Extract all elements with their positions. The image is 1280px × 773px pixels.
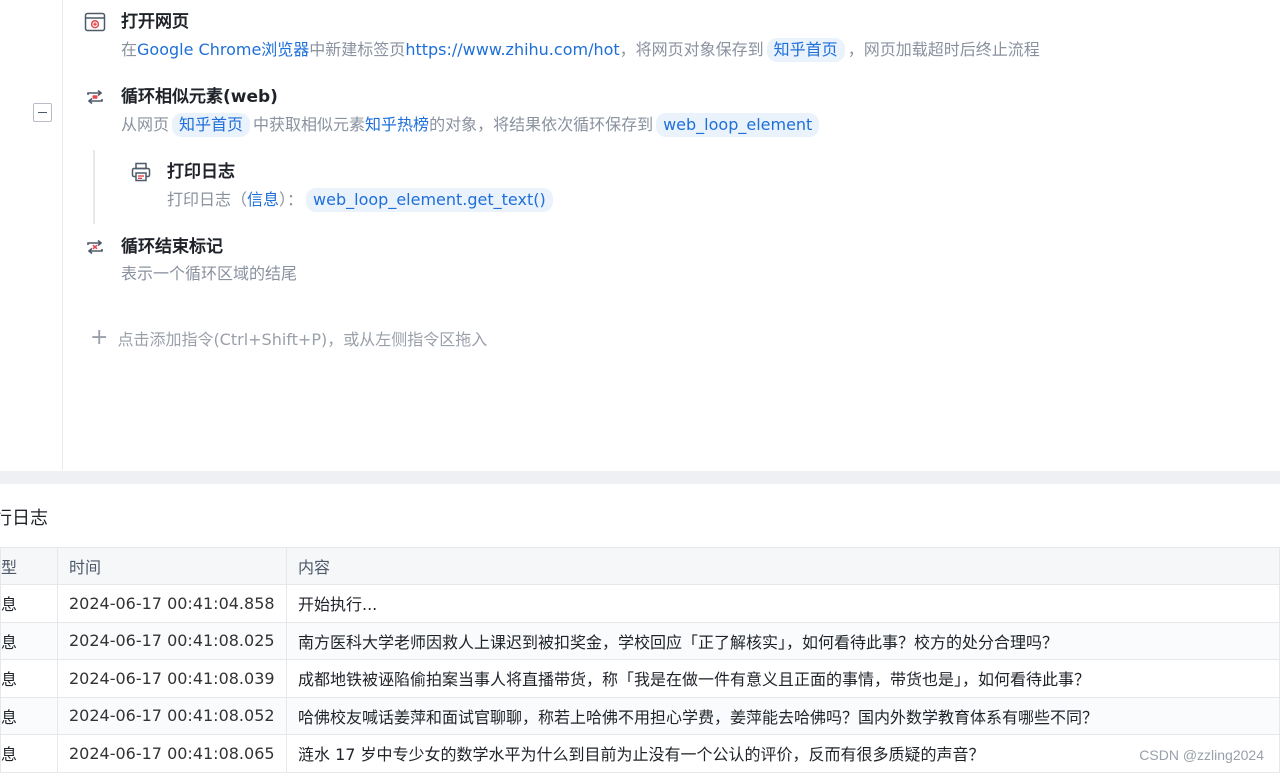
log-type-cell: 息: [0, 621, 58, 660]
step-title: 打印日志: [167, 162, 235, 182]
log-content-cell: 成都地铁被诬陷偷拍案当事人将直播带货，称「我是在做一件有意义且正面的事情，带货也…: [286, 659, 1280, 698]
step-title: 循环结束标记: [121, 237, 223, 257]
table-row[interactable]: 息 2024-06-17 00:41:04.858 开始执行...: [0, 584, 1280, 623]
log-time-cell: 2024-06-17 00:41:08.025: [57, 621, 287, 660]
desc-text: 在: [121, 40, 138, 59]
expression-chip[interactable]: web_loop_element.get_text(): [306, 188, 553, 212]
log-panel-title: 行日志: [0, 508, 48, 529]
desc-text: 表示一个循环区域的结尾: [121, 264, 298, 283]
flow-editor: 打开网页 在 Google Chrome浏览器 中新建标签页 https://w…: [0, 0, 1280, 470]
log-time-cell: 2024-06-17 00:41:08.052: [57, 696, 287, 735]
desc-text: ，将网页对象保存到: [619, 40, 764, 59]
log-content-cell: 开始执行...: [286, 584, 1280, 623]
log-type-cell: 息: [0, 659, 58, 698]
desc-text: 的对象，将结果依次循环保存到: [429, 115, 654, 134]
log-type-cell: 息: [0, 584, 58, 623]
column-header-content[interactable]: 内容: [286, 547, 1280, 585]
column-header-time[interactable]: 时间: [57, 547, 287, 585]
browser-open-icon: [84, 11, 106, 33]
step-title: 循环相似元素(web): [121, 87, 278, 107]
table-row[interactable]: 息 2024-06-17 00:41:08.025 南方医科大学老师因救人上课迟…: [0, 621, 1280, 660]
desc-text: 从网页: [121, 115, 170, 134]
column-header-type[interactable]: 型: [0, 547, 58, 585]
log-table: 型 时间 内容 息 2024-06-17 00:41:04.858 开始执行..…: [0, 547, 1280, 773]
step-description: 表示一个循环区域的结尾: [121, 263, 297, 285]
desc-text: ，网页加载超时后终止流程: [847, 40, 1040, 59]
desc-text: 打印日志（: [167, 190, 248, 209]
desc-text: ）：: [279, 190, 304, 209]
log-time-cell: 2024-06-17 00:41:04.858: [57, 584, 287, 623]
page-variable-chip[interactable]: 知乎首页: [172, 113, 251, 137]
browser-link[interactable]: Google Chrome浏览器: [137, 39, 309, 61]
log-time-cell: 2024-06-17 00:41:08.039: [57, 659, 287, 698]
step-description: 打印日志（ 信息 ）： web_loop_element.get_text(): [167, 188, 556, 212]
log-table-header: 型 时间 内容: [0, 547, 1280, 585]
plus-icon: +: [90, 325, 109, 350]
table-row[interactable]: 息 2024-06-17 00:41:08.039 成都地铁被诬陷偷拍案当事人将…: [0, 659, 1280, 698]
log-content-cell: 哈佛校友喊话姜萍和面试官聊聊，称若上哈佛不用担心学费，姜萍能去哈佛吗？国内外数学…: [286, 696, 1280, 735]
step-description: 从网页 知乎首页 中获取相似元素 知乎热榜 的对象，将结果依次循环保存到 web…: [121, 113, 822, 137]
gutter-divider: [62, 0, 63, 470]
log-type-cell: 息: [0, 734, 58, 773]
log-time-cell: 2024-06-17 00:41:08.065: [57, 734, 287, 773]
log-level-link[interactable]: 信息: [247, 189, 279, 211]
log-type-cell: 息: [0, 696, 58, 735]
printer-icon: [130, 161, 152, 183]
add-command-hint[interactable]: + 点击添加指令(Ctrl+Shift+P)，或从左侧指令区拖入: [90, 326, 487, 350]
collapse-icon: [38, 112, 47, 113]
loop-variable-chip[interactable]: web_loop_element: [656, 113, 820, 137]
step-title: 打开网页: [121, 12, 189, 32]
log-content-cell: 涟水 17 岁中专少女的数学水平为什么到目前为止没有一个公认的评价，反而有很多质…: [286, 734, 1280, 773]
element-link[interactable]: 知乎热榜: [365, 114, 429, 136]
table-row[interactable]: 息 2024-06-17 00:41:08.052 哈佛校友喊话姜萍和面试官聊聊…: [0, 696, 1280, 735]
desc-text: 中获取相似元素: [253, 115, 366, 134]
variable-chip[interactable]: 知乎首页: [766, 38, 845, 62]
add-command-label: 点击添加指令(Ctrl+Shift+P)，或从左侧指令区拖入: [117, 330, 488, 349]
loop-icon: [84, 86, 106, 108]
url-link[interactable]: https://www.zhihu.com/hot: [405, 39, 619, 61]
loop-nest-line: [93, 150, 95, 224]
watermark: CSDN @zzling2024: [1139, 747, 1264, 763]
panel-divider[interactable]: [0, 471, 1280, 484]
desc-text: 中新建标签页: [309, 40, 406, 59]
log-content-cell: 南方医科大学老师因救人上课迟到被扣奖金，学校回应「正了解核实」，如何看待此事？校…: [286, 621, 1280, 660]
collapse-loop-button[interactable]: [33, 103, 52, 122]
table-row[interactable]: 息 2024-06-17 00:41:08.065 涟水 17 岁中专少女的数学…: [0, 734, 1280, 773]
step-description: 在 Google Chrome浏览器 中新建标签页 https://www.zh…: [121, 38, 1040, 62]
loop-end-icon: [84, 236, 106, 258]
